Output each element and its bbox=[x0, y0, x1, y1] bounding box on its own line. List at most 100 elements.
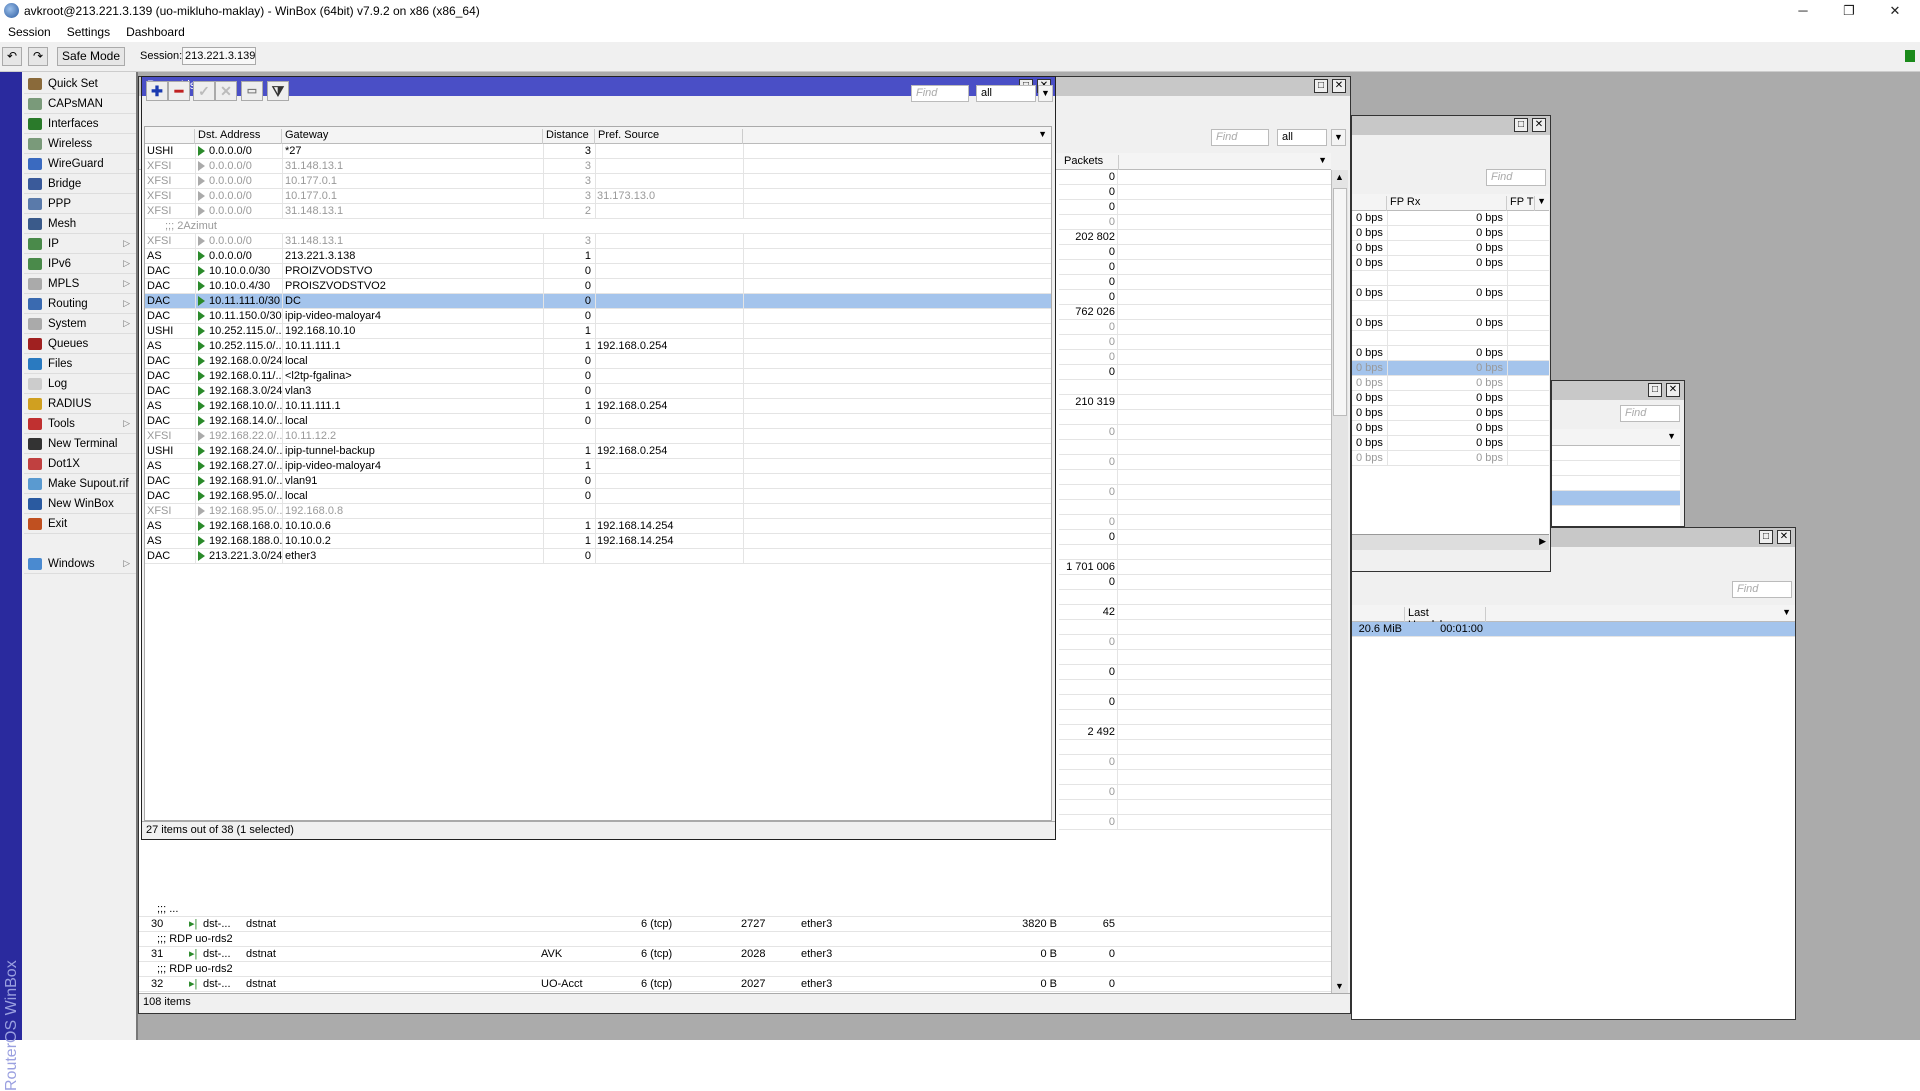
table-row[interactable]: XFSI 0.0.0.0/0 31.148.13.1 3 bbox=[145, 159, 1051, 174]
filter-dropdown-icon[interactable]: ▼ bbox=[1331, 129, 1346, 146]
table-row[interactable]: 0 bps 0 bps bbox=[1352, 451, 1549, 466]
find-input[interactable]: Find bbox=[1486, 169, 1546, 186]
table-row[interactable]: XFSI 0.0.0.0/0 10.177.0.1 3 31.173.13.0 bbox=[145, 189, 1051, 204]
column-header-fp-tx[interactable]: FP T bbox=[1507, 196, 1535, 211]
close-icon[interactable]: ✕ bbox=[1532, 118, 1546, 132]
table-row[interactable] bbox=[1059, 500, 1331, 515]
table-row[interactable]: DAC 10.10.0.0/30 PROIZVODSTVO 0 bbox=[145, 264, 1051, 279]
table-row[interactable]: DAC 213.221.3.0/24 ether3 0 bbox=[145, 549, 1051, 564]
menu-dashboard[interactable]: Dashboard bbox=[118, 25, 193, 39]
table-row[interactable]: 0 bbox=[1059, 200, 1331, 215]
table-row[interactable]: 0 bbox=[1059, 350, 1331, 365]
table-row[interactable]: 1 701 006 bbox=[1059, 560, 1331, 575]
table-row[interactable]: 0 bbox=[1059, 215, 1331, 230]
find-input[interactable]: Find bbox=[1732, 581, 1792, 598]
column-header-last-handshake[interactable]: Last Handsha... bbox=[1405, 607, 1486, 631]
table-row[interactable]: DAC 10.10.0.4/30 PROISZVODSTVO2 0 bbox=[145, 279, 1051, 294]
table-row[interactable] bbox=[1059, 740, 1331, 755]
table-row[interactable]: 0 bbox=[1059, 635, 1331, 650]
table-row[interactable]: 762 026 bbox=[1059, 305, 1331, 320]
close-button[interactable]: ✕ bbox=[1872, 0, 1918, 22]
table-row[interactable] bbox=[1552, 446, 1680, 461]
table-row[interactable] bbox=[1552, 491, 1680, 506]
comment-button[interactable]: ▭ bbox=[241, 81, 263, 101]
sidebar-item-capsman[interactable]: CAPsMAN bbox=[24, 94, 136, 114]
table-row[interactable]: DAC 192.168.14.0/... local 0 bbox=[145, 414, 1051, 429]
table-row[interactable]: 32 ▸| dst-... dstnat UO-Acct 6 (tcp) 2027 ether… bbox=[139, 977, 1331, 992]
column-chooser-icon[interactable]: ▼ bbox=[1782, 607, 1791, 617]
table-row[interactable]: 0 bbox=[1059, 815, 1331, 830]
table-row[interactable]: XFSI 0.0.0.0/0 31.148.13.1 2 bbox=[145, 204, 1051, 219]
table-row[interactable]: 0 bbox=[1059, 185, 1331, 200]
table-row[interactable]: 0 bps 0 bps bbox=[1352, 376, 1549, 391]
table-row[interactable]: XFSI 0.0.0.0/0 31.148.13.1 3 bbox=[145, 234, 1051, 249]
table-row[interactable]: 0 bbox=[1059, 275, 1331, 290]
sidebar-item-mesh[interactable]: Mesh bbox=[24, 214, 136, 234]
table-row[interactable]: 2 492 bbox=[1059, 725, 1331, 740]
sidebar-item-files[interactable]: Files bbox=[24, 354, 136, 374]
filter-select[interactable]: all bbox=[976, 85, 1036, 102]
table-row[interactable] bbox=[1059, 470, 1331, 485]
table-row[interactable] bbox=[1059, 410, 1331, 425]
sidebar-item-wireguard[interactable]: WireGuard bbox=[24, 154, 136, 174]
table-row[interactable]: 0 bps 0 bps bbox=[1352, 421, 1549, 436]
restore-button[interactable]: ❐ bbox=[1826, 0, 1872, 22]
table-row[interactable]: 0 bbox=[1059, 320, 1331, 335]
close-icon[interactable]: ✕ bbox=[1666, 383, 1680, 397]
table-row[interactable]: 0 bps 0 bps bbox=[1352, 226, 1549, 241]
filter-select[interactable]: all bbox=[1277, 129, 1327, 146]
sidebar-item-quick-set[interactable]: Quick Set bbox=[24, 74, 136, 94]
sidebar-item-tools[interactable]: Tools ▷ bbox=[24, 414, 136, 434]
sidebar-item-queues[interactable]: Queues bbox=[24, 334, 136, 354]
table-row[interactable]: DAC 192.168.91.0/... vlan91 0 bbox=[145, 474, 1051, 489]
table-row[interactable]: 0 bbox=[1059, 785, 1331, 800]
column-header-fp-rx[interactable]: FP Rx bbox=[1387, 196, 1507, 211]
table-row[interactable] bbox=[1059, 590, 1331, 605]
table-row[interactable]: XFSI 192.168.95.0/... 192.168.0.8 bbox=[145, 504, 1051, 519]
table-row[interactable]: USHI 192.168.24.0/... ipip-tunnel-backup 1 1… bbox=[145, 444, 1051, 459]
table-row[interactable]: 0 bbox=[1059, 515, 1331, 530]
scroll-down-icon[interactable]: ▼ bbox=[1335, 981, 1344, 991]
table-row[interactable] bbox=[1552, 476, 1680, 491]
remove-button[interactable]: ━ bbox=[168, 81, 190, 101]
column-chooser-icon[interactable]: ▼ bbox=[1038, 129, 1047, 139]
sidebar-item-mpls[interactable]: MPLS ▷ bbox=[24, 274, 136, 294]
sidebar-item-wireless[interactable]: Wireless bbox=[24, 134, 136, 154]
table-row[interactable]: AS 192.168.10.0/... 10.11.111.1 1 192.168.0.… bbox=[145, 399, 1051, 414]
table-row[interactable]: USHI 10.252.115.0/... 192.168.10.10 1 bbox=[145, 324, 1051, 339]
sidebar-item-new-winbox[interactable]: New WinBox bbox=[24, 494, 136, 514]
menu-settings[interactable]: Settings bbox=[59, 25, 118, 39]
table-row[interactable] bbox=[1059, 440, 1331, 455]
table-row[interactable]: 0 bbox=[1059, 290, 1331, 305]
table-row[interactable]: AS 192.168.188.0... 10.10.0.2 1 192.168.14.2… bbox=[145, 534, 1051, 549]
undo-button[interactable]: ↶ bbox=[2, 47, 22, 66]
table-row[interactable]: DAC 192.168.0.0/24 local 0 bbox=[145, 354, 1051, 369]
table-row[interactable] bbox=[1059, 650, 1331, 665]
table-row[interactable]: 20.6 MiB 00:01:00 bbox=[1352, 622, 1795, 637]
table-row[interactable]: 0 bbox=[1059, 425, 1331, 440]
table-row[interactable]: 30 ▸| dst-... dstnat 6 (tcp) 2727 ether3 3820 B… bbox=[139, 917, 1331, 932]
table-row[interactable]: 0 bbox=[1059, 260, 1331, 275]
table-row[interactable]: 0 bbox=[1059, 245, 1331, 260]
table-row[interactable]: 202 802 bbox=[1059, 230, 1331, 245]
table-row[interactable]: 0 bps 0 bps bbox=[1352, 286, 1549, 301]
close-icon[interactable]: ✕ bbox=[1777, 530, 1791, 544]
table-row[interactable]: 0 bps 0 bps bbox=[1352, 436, 1549, 451]
find-input[interactable]: Find bbox=[1211, 129, 1269, 146]
table-row[interactable]: 0 bbox=[1059, 665, 1331, 680]
safe-mode-button[interactable]: Safe Mode bbox=[57, 47, 125, 66]
column-header-flags[interactable] bbox=[145, 129, 195, 144]
table-row[interactable]: DAC 192.168.0.11/... <l2tp-fgalina> 0 bbox=[145, 369, 1051, 384]
table-row[interactable]: DAC 10.11.111.0/30 DC 0 bbox=[145, 294, 1051, 309]
sidebar-item-bridge[interactable]: Bridge bbox=[24, 174, 136, 194]
scroll-right-icon[interactable]: ▶ bbox=[1539, 536, 1546, 547]
table-row[interactable]: 0 bps 0 bps bbox=[1352, 406, 1549, 421]
table-row[interactable]: 0 bps 0 bps bbox=[1352, 346, 1549, 361]
table-row[interactable]: 0 bbox=[1059, 695, 1331, 710]
table-row[interactable]: 0 bbox=[1059, 170, 1331, 185]
find-input[interactable]: Find bbox=[1620, 405, 1680, 422]
sidebar-item-ip[interactable]: IP ▷ bbox=[24, 234, 136, 254]
menu-session[interactable]: Session bbox=[0, 25, 59, 39]
column-header-pref-source[interactable]: Pref. Source bbox=[595, 129, 743, 144]
table-row[interactable]: 0 bps 0 bps bbox=[1352, 241, 1549, 256]
